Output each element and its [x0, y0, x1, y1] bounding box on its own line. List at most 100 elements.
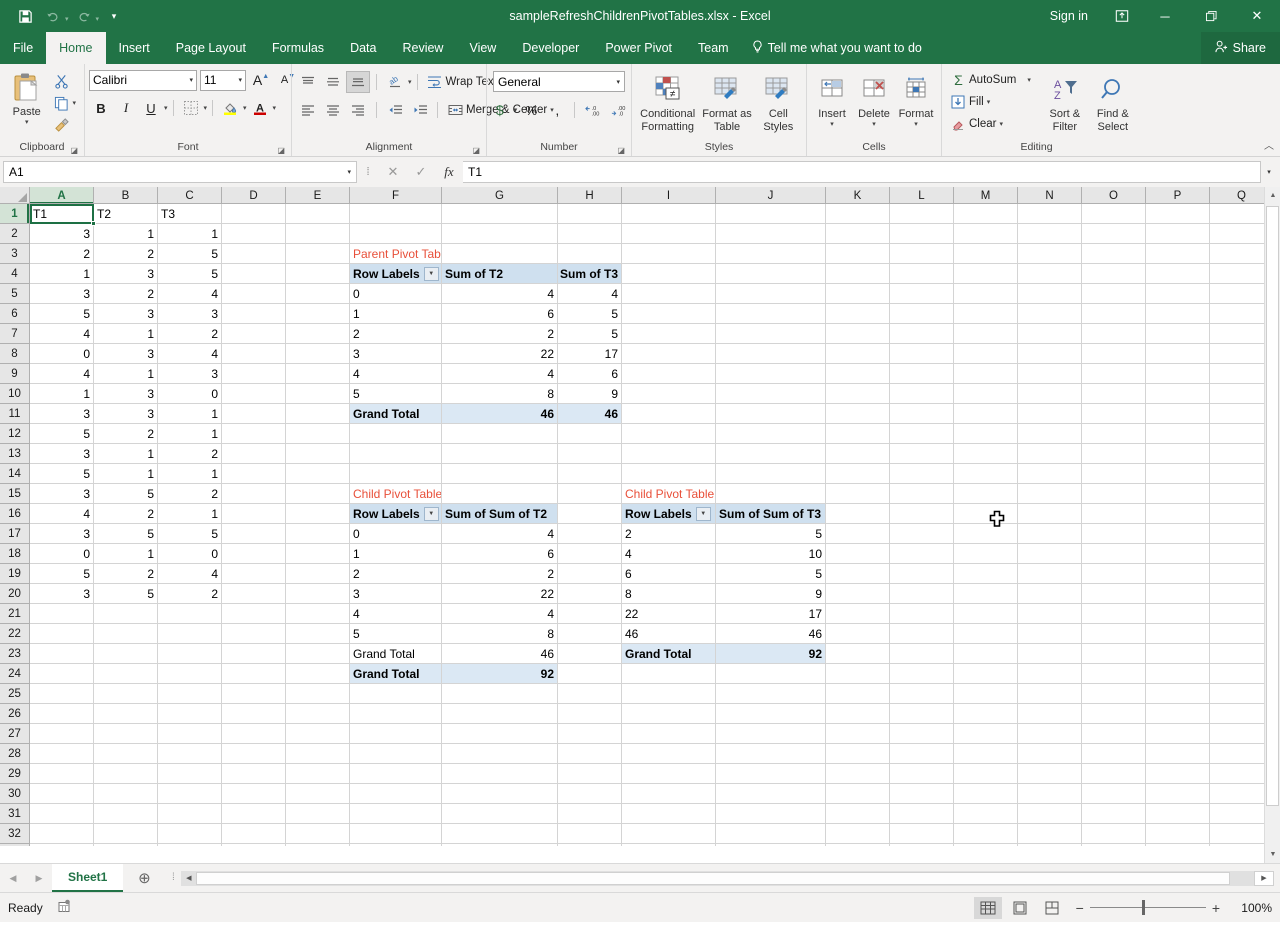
- insert-function-icon[interactable]: fx: [435, 161, 463, 183]
- cell-N6[interactable]: [1018, 304, 1082, 324]
- cell-D16[interactable]: [222, 504, 286, 524]
- clipboard-dialog-launcher[interactable]: ◪: [70, 146, 78, 155]
- cell-C10[interactable]: 0: [158, 384, 222, 404]
- cell-K20[interactable]: [826, 584, 890, 604]
- scroll-right-icon[interactable]: ▶: [1254, 871, 1274, 886]
- row-header-24[interactable]: 24: [0, 664, 29, 684]
- align-bottom-button[interactable]: [346, 71, 370, 93]
- cell-O24[interactable]: [1082, 664, 1146, 684]
- undo-dropdown-caret-icon[interactable]: ▾: [65, 15, 69, 23]
- cell-I12[interactable]: [622, 424, 716, 444]
- cell-K2[interactable]: [826, 224, 890, 244]
- cell-H1[interactable]: [558, 204, 622, 224]
- cell-P19[interactable]: [1146, 564, 1210, 584]
- tab-power-pivot[interactable]: Power Pivot: [592, 32, 685, 64]
- cell-I20[interactable]: 8: [622, 584, 716, 604]
- cell-D28[interactable]: [222, 744, 286, 764]
- cell-K29[interactable]: [826, 764, 890, 784]
- prev-sheet-icon[interactable]: ◀: [0, 864, 26, 892]
- cell-A21[interactable]: [30, 604, 94, 624]
- pivot-filter-button[interactable]: ▼: [696, 507, 711, 521]
- cell-I13[interactable]: [622, 444, 716, 464]
- cell-Q16[interactable]: [1210, 504, 1264, 524]
- cell-F6[interactable]: 1: [350, 304, 442, 324]
- cell-M29[interactable]: [954, 764, 1018, 784]
- cell-F7[interactable]: 2: [350, 324, 442, 344]
- cell-K10[interactable]: [826, 384, 890, 404]
- row-header-19[interactable]: 19: [0, 564, 29, 584]
- cell-J17[interactable]: 5: [716, 524, 826, 544]
- cell-L26[interactable]: [890, 704, 954, 724]
- cell-K24[interactable]: [826, 664, 890, 684]
- cell-D12[interactable]: [222, 424, 286, 444]
- cell-F24[interactable]: Grand Total: [350, 664, 442, 684]
- cell-H30[interactable]: [558, 784, 622, 804]
- cell-P13[interactable]: [1146, 444, 1210, 464]
- cell-P5[interactable]: [1146, 284, 1210, 304]
- cell-O4[interactable]: [1082, 264, 1146, 284]
- cell-D22[interactable]: [222, 624, 286, 644]
- cell-B11[interactable]: 3: [94, 404, 158, 424]
- cell-Q22[interactable]: [1210, 624, 1264, 644]
- cell-B23[interactable]: [94, 644, 158, 664]
- cell-E16[interactable]: [286, 504, 350, 524]
- cell-M6[interactable]: [954, 304, 1018, 324]
- increase-font-size-button[interactable]: A▲: [249, 69, 273, 91]
- cell-K25[interactable]: [826, 684, 890, 704]
- cell-H29[interactable]: [558, 764, 622, 784]
- cell-D3[interactable]: [222, 244, 286, 264]
- tab-home[interactable]: Home: [46, 32, 105, 64]
- cell-K27[interactable]: [826, 724, 890, 744]
- cell-A11[interactable]: 3: [30, 404, 94, 424]
- cell-P28[interactable]: [1146, 744, 1210, 764]
- cell-H13[interactable]: [558, 444, 622, 464]
- cell-A24[interactable]: [30, 664, 94, 684]
- cell-C27[interactable]: [158, 724, 222, 744]
- cell-K19[interactable]: [826, 564, 890, 584]
- cell-Q18[interactable]: [1210, 544, 1264, 564]
- cell-D31[interactable]: [222, 804, 286, 824]
- cell-N14[interactable]: [1018, 464, 1082, 484]
- format-caret-icon[interactable]: ▾: [914, 121, 918, 129]
- cell-Q21[interactable]: [1210, 604, 1264, 624]
- cell-B25[interactable]: [94, 684, 158, 704]
- cell-B14[interactable]: 1: [94, 464, 158, 484]
- row-header-30[interactable]: 30: [0, 784, 29, 804]
- row-header-8[interactable]: 8: [0, 344, 29, 364]
- cell-L13[interactable]: [890, 444, 954, 464]
- cell-M21[interactable]: [954, 604, 1018, 624]
- pivot-filter-button[interactable]: ▼: [424, 507, 439, 521]
- cell-I28[interactable]: [622, 744, 716, 764]
- cell-O26[interactable]: [1082, 704, 1146, 724]
- cell-I30[interactable]: [622, 784, 716, 804]
- cell-Q11[interactable]: [1210, 404, 1264, 424]
- align-left-button[interactable]: [296, 99, 320, 121]
- confirm-icon[interactable]: ✓: [407, 161, 435, 183]
- font-name-caret-icon[interactable]: ▾: [189, 76, 193, 84]
- font-size-combo[interactable]: 11 ▾: [200, 70, 246, 91]
- align-center-button[interactable]: [321, 99, 345, 121]
- cell-E10[interactable]: [286, 384, 350, 404]
- cell-C32[interactable]: [158, 824, 222, 844]
- cell-J12[interactable]: [716, 424, 826, 444]
- cell-G30[interactable]: [442, 784, 558, 804]
- cell-N30[interactable]: [1018, 784, 1082, 804]
- row-header-5[interactable]: 5: [0, 284, 29, 304]
- cell-G15[interactable]: [442, 484, 558, 504]
- cell-Q15[interactable]: [1210, 484, 1264, 504]
- cell-N4[interactable]: [1018, 264, 1082, 284]
- cell-N3[interactable]: [1018, 244, 1082, 264]
- cell-H24[interactable]: [558, 664, 622, 684]
- cell-I5[interactable]: [622, 284, 716, 304]
- percent-format-button[interactable]: %: [519, 99, 543, 121]
- bold-button[interactable]: B: [89, 97, 113, 119]
- fill-color-caret-icon[interactable]: ▾: [243, 104, 247, 112]
- cell-H28[interactable]: [558, 744, 622, 764]
- row-header-13[interactable]: 13: [0, 444, 29, 464]
- cell-H2[interactable]: [558, 224, 622, 244]
- cut-button[interactable]: [49, 70, 80, 92]
- cell-I6[interactable]: [622, 304, 716, 324]
- cell-D13[interactable]: [222, 444, 286, 464]
- cell-E20[interactable]: [286, 584, 350, 604]
- cancel-icon[interactable]: ✕: [379, 161, 407, 183]
